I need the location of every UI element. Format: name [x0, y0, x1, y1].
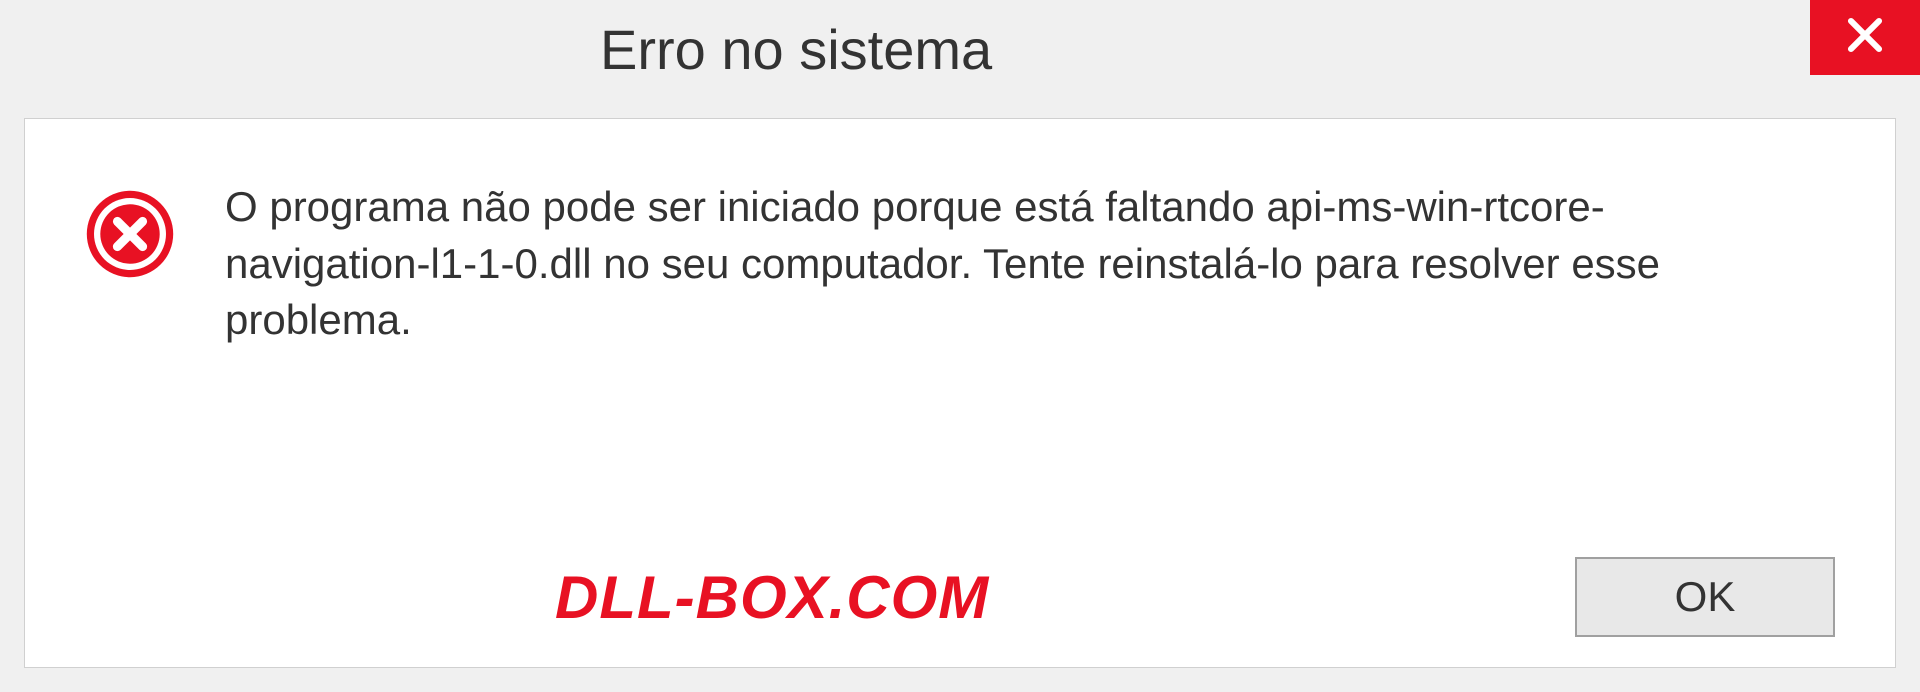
titlebar: Erro no sistema [0, 0, 1920, 98]
close-icon [1844, 14, 1886, 61]
content-wrapper: O programa não pode ser iniciado porque … [0, 98, 1920, 692]
footer-row: DLL-BOX.COM OK [85, 557, 1835, 637]
message-row: O programa não pode ser iniciado porque … [85, 179, 1835, 517]
error-message: O programa não pode ser iniciado porque … [225, 179, 1775, 349]
error-icon [85, 189, 175, 279]
content-panel: O programa não pode ser iniciado porque … [24, 118, 1896, 668]
ok-button[interactable]: OK [1575, 557, 1835, 637]
watermark-text: DLL-BOX.COM [555, 563, 989, 632]
close-button[interactable] [1810, 0, 1920, 75]
dialog-window: Erro no sistema [0, 0, 1920, 692]
window-title: Erro no sistema [600, 17, 992, 82]
